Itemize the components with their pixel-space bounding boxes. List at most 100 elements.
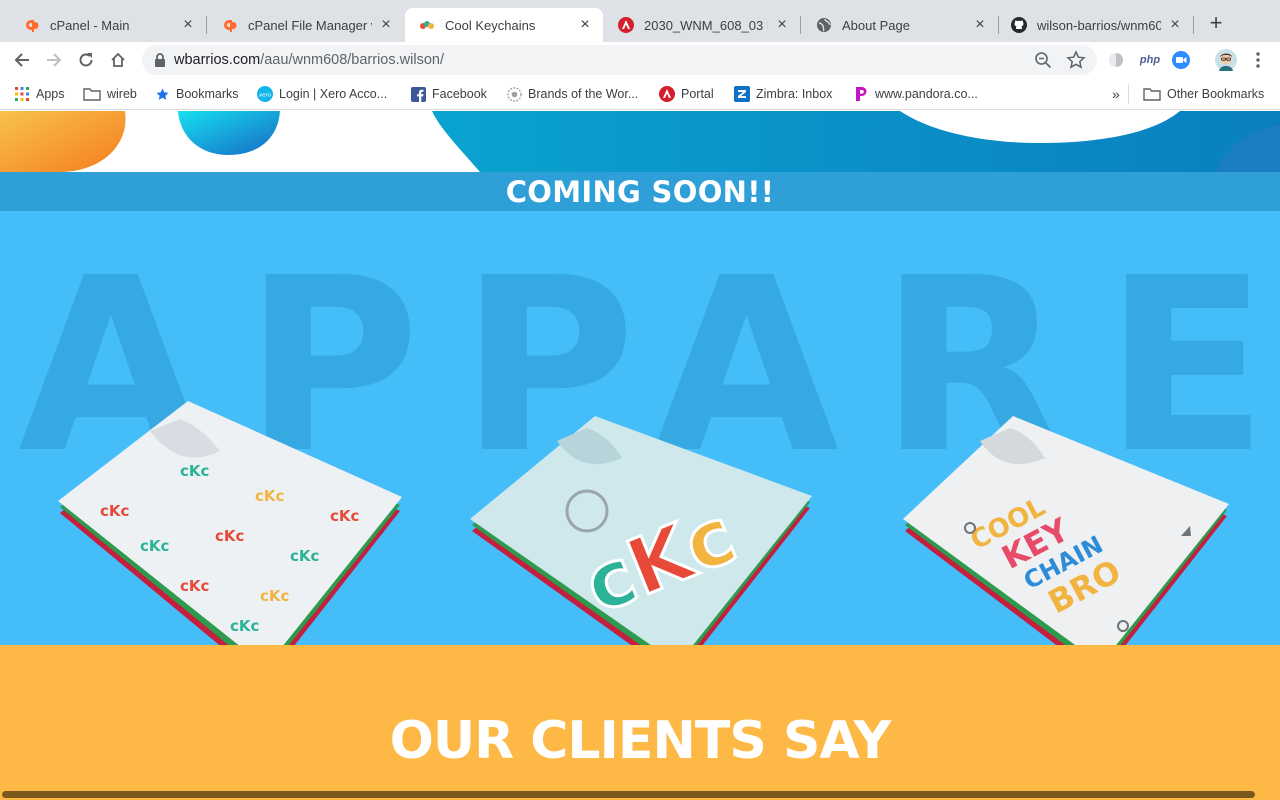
logo-shirt-stack[interactable]: cKc xyxy=(462,416,822,645)
apparel-section: APPAREL cKc cKc cKc cKc cKc cKc cKc cKc … xyxy=(0,211,1280,645)
close-tab-icon[interactable]: × xyxy=(180,17,196,33)
close-tab-icon[interactable]: × xyxy=(774,17,790,33)
bookmarks-bar: Apps wireb Bookmarks xero Login | Xero A… xyxy=(0,78,1280,110)
bookmark-label: Zimbra: Inbox xyxy=(756,87,833,101)
bookmark-bookmarks[interactable]: Bookmarks xyxy=(154,84,239,104)
php-extension-icon[interactable]: php xyxy=(1139,50,1161,70)
close-tab-icon[interactable]: × xyxy=(577,17,593,33)
tab-cool-keychains[interactable]: Cool Keychains × xyxy=(405,8,603,42)
tab-cpanel-file-manager[interactable]: cPanel File Manager v3 × xyxy=(208,8,404,42)
lock-icon xyxy=(155,53,165,67)
bookmark-other-bookmarks[interactable]: Other Bookmarks xyxy=(1143,84,1264,104)
browser-menu-icon[interactable] xyxy=(1248,50,1268,70)
tab-title: cPanel - Main xyxy=(50,17,130,33)
svg-text:cKc: cKc xyxy=(180,462,209,480)
arrow-left-icon xyxy=(14,53,29,67)
clients-section: OUR CLIENTS SAY xyxy=(0,645,1280,800)
bookmark-label: Facebook xyxy=(432,87,487,101)
svg-text:cKc: cKc xyxy=(255,487,284,505)
bookmark-label: Bookmarks xyxy=(176,87,239,101)
svg-text:cKc: cKc xyxy=(290,547,319,565)
bookmark-pandora[interactable]: www.pandora.co... xyxy=(853,84,978,104)
pandora-icon xyxy=(853,86,869,102)
bookmark-label: wireb xyxy=(107,87,137,101)
tab-separator xyxy=(206,16,207,34)
tab-title: cPanel File Manager v3 xyxy=(248,17,372,33)
bookmarks-divider xyxy=(1128,84,1129,104)
aau-icon xyxy=(618,17,634,33)
horizontal-scrollbar[interactable] xyxy=(2,791,1255,798)
bookmark-label: www.pandora.co... xyxy=(875,87,978,101)
close-tab-icon[interactable]: × xyxy=(378,17,394,33)
bookmark-label: Apps xyxy=(36,87,65,101)
xero-icon: xero xyxy=(257,86,273,102)
star-icon xyxy=(154,86,170,102)
address-bar[interactable]: wbarrios.com/aau/wnm608/barrios.wilson/ xyxy=(142,45,1097,75)
profile-avatar[interactable] xyxy=(1215,49,1237,71)
ckc-icon xyxy=(419,17,435,33)
aau-icon xyxy=(659,86,675,102)
tab-cpanel-main[interactable]: cPanel - Main × xyxy=(10,8,206,42)
folder-icon xyxy=(83,86,101,102)
svg-text:cKc: cKc xyxy=(140,537,169,555)
close-tab-icon[interactable]: × xyxy=(1167,17,1183,33)
reload-icon xyxy=(79,53,93,67)
apps-grid-icon xyxy=(14,86,30,102)
home-button[interactable] xyxy=(106,48,130,72)
clients-heading: OUR CLIENTS SAY xyxy=(389,711,892,771)
url-path: /aau/wnm608/barrios.wilson/ xyxy=(260,52,444,68)
globe-icon xyxy=(816,17,832,33)
svg-text:xero: xero xyxy=(259,93,272,99)
url-text: wbarrios.com/aau/wnm608/barrios.wilson/ xyxy=(174,52,444,68)
page-content: COMING SOON!! APPAREL cKc cKc cKc cKc cK… xyxy=(0,111,1280,800)
facebook-icon xyxy=(410,86,426,102)
tab-title: 2030_WNM_608_03 Di xyxy=(644,17,768,33)
svg-text:cKc: cKc xyxy=(100,502,129,520)
folder-icon xyxy=(1143,86,1161,102)
tab-title: About Page xyxy=(842,17,910,33)
bookmark-xero[interactable]: xero Login | Xero Acco... xyxy=(257,84,387,104)
tab-github-repo[interactable]: wilson-barrios/wnm608 × xyxy=(997,8,1193,42)
cpanel-icon xyxy=(222,17,238,33)
coming-soon-text: COMING SOON!! xyxy=(505,174,775,209)
typography-shirt-stack[interactable]: COOL KEY CHAIN BRO xyxy=(895,416,1235,645)
svg-text:cKc: cKc xyxy=(180,577,209,595)
bookmark-brands[interactable]: Brands of the Wor... xyxy=(506,84,638,104)
tab-separator xyxy=(800,16,801,34)
home-icon xyxy=(111,52,125,67)
tab-title: Cool Keychains xyxy=(445,17,536,33)
svg-text:cKc: cKc xyxy=(215,527,244,545)
bookmark-label: Other Bookmarks xyxy=(1167,87,1265,101)
bookmark-zimbra[interactable]: Zimbra: Inbox xyxy=(734,84,832,104)
more-bookmarks-chevron-icon[interactable]: » xyxy=(1112,84,1120,104)
brands-icon xyxy=(506,86,522,102)
bookmark-wireb[interactable]: wireb xyxy=(83,84,137,104)
tab-separator xyxy=(1193,16,1194,34)
close-tab-icon[interactable]: × xyxy=(972,17,988,33)
zoom-icon[interactable] xyxy=(1034,51,1052,69)
tab-wnm-608[interactable]: 2030_WNM_608_03 Di × xyxy=(604,8,800,42)
new-tab-button[interactable]: + xyxy=(1204,12,1228,36)
extension-circle-icon[interactable] xyxy=(1106,50,1126,70)
github-icon xyxy=(1011,17,1027,33)
tab-title: wilson-barrios/wnm608 xyxy=(1037,17,1161,33)
tab-about-page[interactable]: About Page × xyxy=(802,8,998,42)
bookmark-facebook[interactable]: Facebook xyxy=(410,84,487,104)
zoom-meeting-icon[interactable] xyxy=(1171,50,1191,70)
reload-button[interactable] xyxy=(74,48,98,72)
url-host: wbarrios.com xyxy=(174,52,261,68)
svg-text:cKc: cKc xyxy=(260,587,289,605)
bookmark-label: Login | Xero Acco... xyxy=(279,87,388,101)
bookmark-star-icon[interactable] xyxy=(1066,50,1086,70)
pattern-shirt-stack[interactable]: cKc cKc cKc cKc cKc cKc cKc cKc cKc cKc xyxy=(50,401,410,645)
coming-soon-banner: COMING SOON!! xyxy=(0,172,1280,211)
bookmark-apps[interactable]: Apps xyxy=(14,84,65,104)
back-button[interactable] xyxy=(10,48,34,72)
bookmark-label: Brands of the Wor... xyxy=(528,87,639,101)
bookmark-portal[interactable]: Portal xyxy=(659,84,714,104)
forward-button[interactable] xyxy=(42,48,66,72)
decorative-shapes xyxy=(0,111,1280,172)
php-label: php xyxy=(1139,54,1161,66)
tab-strip: cPanel - Main × cPanel File Manager v3 ×… xyxy=(0,0,1280,42)
hero-bottom-decoration xyxy=(0,111,1280,172)
